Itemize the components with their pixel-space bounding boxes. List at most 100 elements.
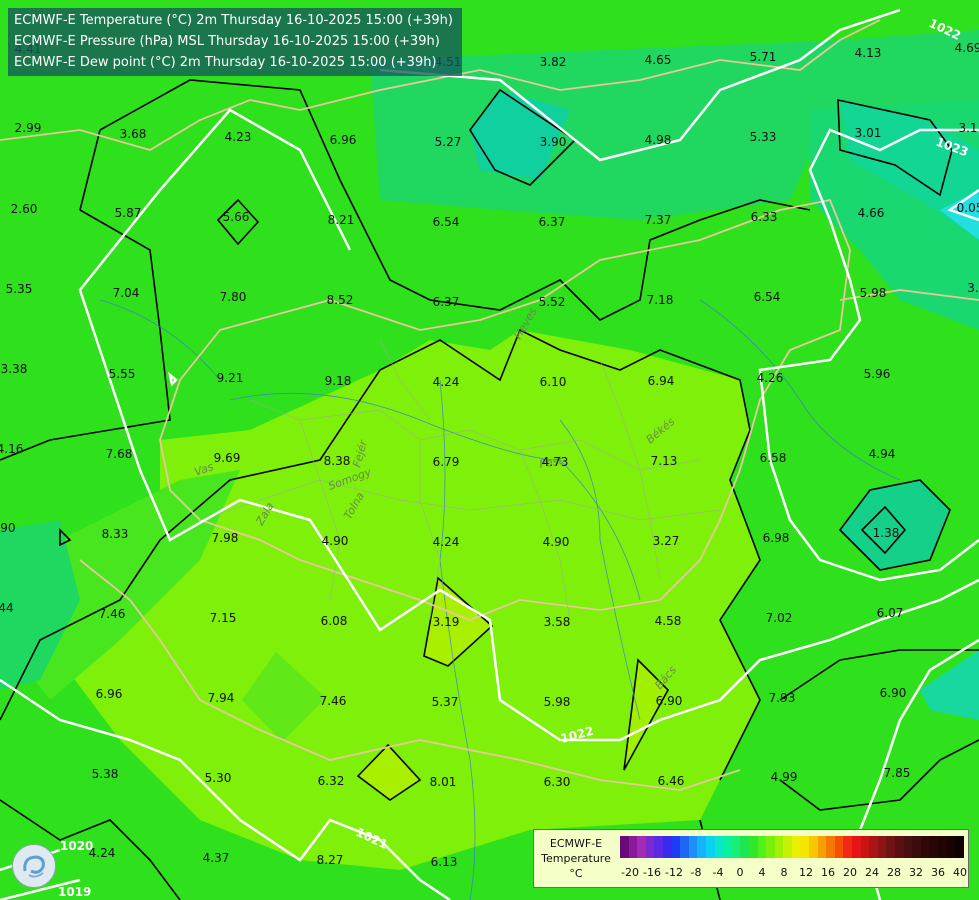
header-dewpoint: ECMWF-E Dew point (°C) 2m Thursday 16-10… bbox=[14, 55, 437, 70]
dewpoint-value: 6.07 bbox=[877, 606, 904, 620]
dewpoint-value: 4.94 bbox=[869, 447, 896, 461]
dewpoint-value: 5.66 bbox=[223, 210, 250, 224]
dewpoint-value: 9.18 bbox=[325, 374, 352, 388]
dewpoint-value: 7.37 bbox=[645, 213, 672, 227]
legend-tick-label: -4 bbox=[712, 866, 724, 879]
temperature-legend: ECMWF-E Temperature °C -20 -16 -12 -8 -4 0 4 8 1… bbox=[533, 829, 969, 888]
dewpoint-value: 3.01 bbox=[855, 126, 882, 140]
dewpoint-value: 5.52 bbox=[539, 295, 566, 309]
dewpoint-value: 44 bbox=[0, 601, 14, 615]
dewpoint-value: 7.68 bbox=[106, 447, 133, 461]
dewpoint-value: 4.13 bbox=[855, 46, 882, 60]
dewpoint-value: 4.24 bbox=[89, 846, 116, 860]
legend-color-swatch bbox=[877, 836, 887, 858]
legend-tick-label: 12 bbox=[799, 866, 813, 879]
dewpoint-value: 4.24 bbox=[433, 535, 460, 549]
legend-color-swatch bbox=[740, 836, 749, 858]
dewpoint-value: 4.90 bbox=[322, 534, 349, 548]
dewpoint-value: 7.04 bbox=[113, 286, 140, 300]
dewpoint-value: 7.46 bbox=[99, 607, 126, 621]
dewpoint-value: 6.96 bbox=[330, 133, 357, 147]
legend-tick-label: 32 bbox=[909, 866, 923, 879]
legend-color-swatch bbox=[620, 836, 629, 858]
legend-color-swatch bbox=[946, 836, 956, 858]
dewpoint-value: 6.46 bbox=[658, 774, 685, 788]
legend-color-swatch bbox=[774, 836, 784, 858]
dewpoint-value: 3.58 bbox=[544, 615, 571, 629]
dewpoint-value: 3.90 bbox=[540, 135, 567, 149]
dewpoint-value: .90 bbox=[0, 521, 16, 535]
dewpoint-value: 4.73 bbox=[542, 455, 569, 469]
dewpoint-value: 8.33 bbox=[102, 527, 129, 541]
dewpoint-value: 5.87 bbox=[115, 206, 142, 220]
legend-color-swatch bbox=[697, 836, 706, 858]
legend-tick-label: 8 bbox=[780, 866, 788, 879]
dewpoint-value: 7.18 bbox=[647, 293, 674, 307]
legend-tick-label: 16 bbox=[821, 866, 835, 879]
legend-color-swatch bbox=[920, 836, 930, 858]
dewpoint-value: 3.68 bbox=[120, 127, 147, 141]
legend-tick-label: 28 bbox=[887, 866, 901, 879]
legend-color-swatch bbox=[662, 836, 672, 858]
map-header: ECMWF-E Temperature (°C) 2m Thursday 16-… bbox=[8, 8, 462, 76]
dewpoint-value: 8.52 bbox=[327, 293, 354, 307]
legend-color-swatch bbox=[800, 836, 810, 858]
legend-title: ECMWF-E Temperature °C bbox=[536, 836, 616, 881]
legend-color-swatch bbox=[731, 836, 741, 858]
dewpoint-value: 7.15 bbox=[210, 611, 237, 625]
legend-color-swatch bbox=[852, 836, 861, 858]
legend-tick-label: 40 bbox=[953, 866, 967, 879]
dewpoint-value: 5.37 bbox=[432, 695, 459, 709]
legend-color-swatch bbox=[748, 836, 758, 858]
legend-ticks: -20 -16 -12 -8 -4 0 4 8 12 16 20 24 28 32 36 40 bbox=[618, 866, 968, 880]
dewpoint-value: 4.37 bbox=[203, 851, 230, 865]
legend-color-swatch bbox=[688, 836, 698, 858]
dewpoint-value: 4.66 bbox=[858, 206, 885, 220]
legend-tick-label: -8 bbox=[690, 866, 702, 879]
dewpoint-value: 4.90 bbox=[543, 535, 570, 549]
legend-color-bar bbox=[620, 836, 964, 858]
dewpoint-value: 6.98 bbox=[763, 531, 790, 545]
dewpoint-value: 7.93 bbox=[769, 691, 796, 705]
dewpoint-value: 5.38 bbox=[92, 767, 119, 781]
dewpoint-value: 5.71 bbox=[750, 50, 777, 64]
legend-color-swatch bbox=[834, 836, 844, 858]
dewpoint-value: 4.69 bbox=[955, 41, 979, 55]
dewpoint-value: 5.33 bbox=[750, 130, 777, 144]
dewpoint-value: 3. bbox=[967, 281, 978, 295]
legend-color-swatch bbox=[929, 836, 938, 858]
dewpoint-value: 5.98 bbox=[544, 695, 571, 709]
dewpoint-value: 5.96 bbox=[864, 367, 891, 381]
legend-color-swatch bbox=[937, 836, 947, 858]
dewpoint-value: 5.98 bbox=[860, 286, 887, 300]
dewpoint-value: 6.94 bbox=[648, 374, 675, 388]
legend-tick-label: 24 bbox=[865, 866, 879, 879]
dewpoint-value: 2.60 bbox=[11, 202, 38, 216]
dewpoint-value: 4.26 bbox=[757, 371, 784, 385]
dewpoint-value: 7.46 bbox=[320, 694, 347, 708]
legend-color-swatch bbox=[955, 836, 964, 858]
dewpoint-value: 5.35 bbox=[6, 282, 33, 296]
dewpoint-value: 6.54 bbox=[754, 290, 781, 304]
dewpoint-value: 4.65 bbox=[645, 53, 672, 67]
dewpoint-value: 9.69 bbox=[214, 451, 241, 465]
legend-tick-label: 0 bbox=[736, 866, 744, 879]
dewpoint-value: 5.55 bbox=[109, 367, 136, 381]
dewpoint-value: 6.58 bbox=[760, 451, 787, 465]
header-temperature: ECMWF-E Temperature (°C) 2m Thursday 16-… bbox=[14, 13, 453, 28]
legend-color-swatch bbox=[886, 836, 895, 858]
dewpoint-value: 8.38 bbox=[324, 454, 351, 468]
isobar-label: 1019 bbox=[58, 885, 91, 899]
dewpoint-value: 6.30 bbox=[544, 775, 571, 789]
dewpoint-value: 5.30 bbox=[205, 771, 232, 785]
dewpoint-value: 6.54 bbox=[433, 215, 460, 229]
legend-color-swatch bbox=[843, 836, 853, 858]
dewpoint-value: 3.82 bbox=[540, 55, 567, 69]
dewpoint-value: 6.10 bbox=[540, 375, 567, 389]
legend-color-swatch bbox=[903, 836, 913, 858]
legend-color-swatch bbox=[869, 836, 878, 858]
dewpoint-value: 6.33 bbox=[751, 210, 778, 224]
legend-tick-label: 36 bbox=[931, 866, 945, 879]
weather-map: 1022 1023 1022 1021 1020 1019 VasZalaSom… bbox=[0, 0, 979, 900]
legend-tick-label: -12 bbox=[665, 866, 683, 879]
